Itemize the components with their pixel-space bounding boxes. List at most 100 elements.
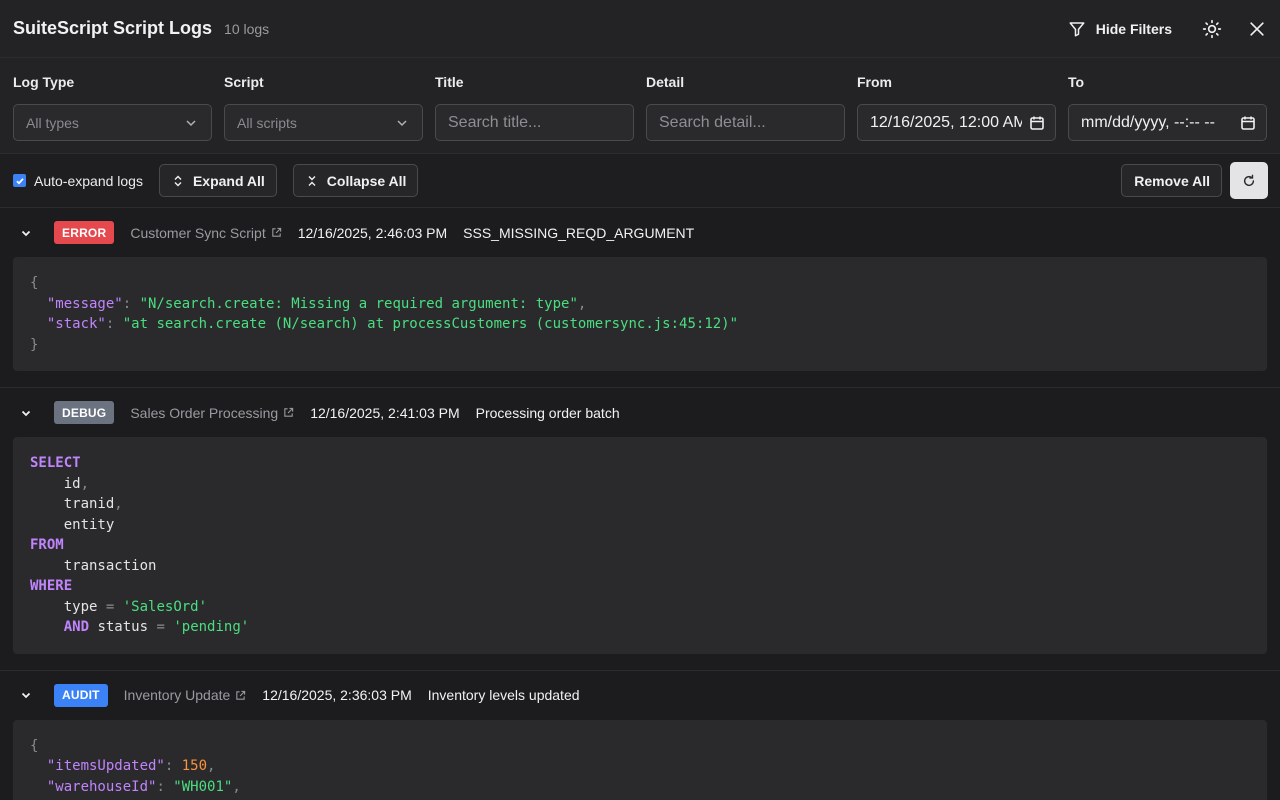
- filters-panel: Log Type All types Script All scripts Ti…: [0, 58, 1280, 154]
- sun-icon: [1202, 19, 1222, 38]
- auto-expand-checkbox[interactable]: Auto-expand logs: [13, 173, 143, 189]
- log-detail-block: { "message": "N/search.create: Missing a…: [13, 257, 1267, 371]
- external-link-icon: [272, 227, 281, 237]
- json-value: 150: [181, 758, 208, 774]
- log-entry-header[interactable]: ERROR Customer Sync Script 12/16/2025, 2…: [0, 208, 1280, 257]
- theme-toggle-button[interactable]: [1202, 19, 1222, 39]
- chevron-down-icon: [397, 120, 407, 127]
- to-date-input[interactable]: mm/dd/yyyy, --:-- --: [1068, 104, 1267, 141]
- sql-column: type: [63, 598, 98, 615]
- chevron-down-icon[interactable]: [20, 227, 32, 239]
- external-link-icon: [284, 407, 294, 417]
- log-timestamp: 12/16/2025, 2:41:03 PM: [310, 404, 460, 421]
- sql-column: id: [63, 475, 81, 492]
- detail-filter: Detail Search detail...: [646, 74, 845, 153]
- log-type-badge: ERROR: [54, 221, 115, 244]
- hide-filters-button[interactable]: Hide Filters: [1068, 20, 1172, 38]
- collapse-icon: [308, 175, 316, 186]
- title-label: Title: [435, 74, 464, 90]
- script-name: Sales Order Processing: [130, 404, 279, 421]
- sql-keyword: WHERE: [30, 578, 73, 594]
- to-filter: To mm/dd/yyyy, --:-- --: [1068, 74, 1267, 153]
- log-entry: ERROR Customer Sync Script 12/16/2025, 2…: [0, 208, 1280, 388]
- remove-all-label: Remove All: [1134, 172, 1210, 189]
- external-link-icon: [236, 690, 246, 700]
- json-key: "message": [46, 295, 123, 312]
- detail-search-input[interactable]: Search detail...: [646, 104, 845, 141]
- log-timestamp: 12/16/2025, 2:36:03 PM: [262, 687, 412, 703]
- sql-keyword: FROM: [30, 537, 64, 553]
- log-type-badge: AUDIT: [54, 683, 108, 707]
- sql-column: status: [97, 619, 149, 635]
- auto-expand-label: Auto-expand logs: [34, 172, 143, 189]
- title-search-input[interactable]: Search title...: [435, 104, 634, 141]
- page-title: SuiteScript Script Logs: [13, 18, 213, 38]
- log-count: 10 logs: [224, 20, 270, 37]
- chevron-down-icon[interactable]: [20, 689, 32, 701]
- refresh-icon: [1243, 174, 1255, 186]
- log-type-select[interactable]: All types: [13, 104, 212, 141]
- sql-column: tranid: [63, 496, 115, 512]
- log-detail-block: { "itemsUpdated": 150, "warehouseId": "W…: [13, 719, 1267, 800]
- sql-string: 'pending': [173, 619, 250, 635]
- log-type-badge: DEBUG: [54, 401, 115, 424]
- log-title: SSS_MISSING_REQD_ARGUMENT: [463, 224, 695, 241]
- expand-all-label: Expand All: [192, 172, 265, 189]
- hide-filters-label: Hide Filters: [1095, 20, 1172, 37]
- script-select[interactable]: All scripts: [224, 104, 423, 141]
- log-entry: DEBUG Sales Order Processing 12/16/2025,…: [0, 388, 1280, 671]
- remove-all-button[interactable]: Remove All: [1121, 164, 1222, 197]
- script-name: Customer Sync Script: [130, 224, 266, 241]
- json-value: "at search.create (N/search) at processC…: [122, 316, 739, 332]
- from-date-value: 12/16/2025, 12:00 AM: [870, 113, 1022, 131]
- json-key: "stack": [46, 316, 106, 332]
- log-title: Processing order batch: [475, 404, 620, 421]
- collapse-all-label: Collapse All: [326, 172, 407, 189]
- log-detail-block: SELECT id, tranid, entity FROM transacti…: [13, 437, 1267, 654]
- json-key: "warehouseId": [46, 778, 157, 795]
- json-key: "itemsUpdated": [46, 758, 165, 774]
- close-icon: [1250, 21, 1264, 36]
- chevron-down-icon[interactable]: [20, 407, 32, 419]
- script-label: Script: [224, 74, 264, 90]
- script-value: All scripts: [237, 114, 297, 131]
- script-link[interactable]: Sales Order Processing: [130, 405, 294, 421]
- log-timestamp: 12/16/2025, 2:46:03 PM: [297, 224, 448, 241]
- detail-label: Detail: [646, 74, 685, 90]
- script-filter: Script All scripts: [224, 74, 423, 153]
- log-entry: AUDIT Inventory Update 12/16/2025, 2:36:…: [0, 671, 1280, 800]
- expand-all-button[interactable]: Expand All: [158, 164, 277, 197]
- log-toolbar: Auto-expand logs Expand All Collapse All…: [0, 154, 1280, 208]
- app-header: SuiteScript Script Logs 10 logs Hide Fil…: [0, 0, 1280, 58]
- collapse-all-button[interactable]: Collapse All: [292, 164, 419, 197]
- sql-column: entity: [63, 516, 115, 533]
- sql-table: transaction: [63, 557, 157, 574]
- script-link[interactable]: Inventory Update: [124, 687, 247, 703]
- log-entry-header[interactable]: DEBUG Sales Order Processing 12/16/2025,…: [0, 388, 1280, 437]
- log-entry-header[interactable]: AUDIT Inventory Update 12/16/2025, 2:36:…: [0, 671, 1280, 720]
- to-label: To: [1068, 74, 1085, 90]
- filter-icon: [1069, 21, 1085, 36]
- log-type-filter: Log Type All types: [13, 74, 212, 153]
- expand-icon: [174, 175, 182, 186]
- calendar-icon[interactable]: [1029, 115, 1045, 131]
- calendar-icon[interactable]: [1240, 115, 1256, 131]
- detail-placeholder: Search detail...: [659, 113, 766, 131]
- sql-string: 'SalesOrd': [122, 598, 208, 615]
- title-filter: Title Search title...: [435, 74, 634, 153]
- title-placeholder: Search title...: [448, 113, 542, 131]
- json-value: "N/search.create: Missing a required arg…: [139, 295, 578, 312]
- from-date-input[interactable]: 12/16/2025, 12:00 AM: [857, 104, 1056, 141]
- checkbox-checked-icon[interactable]: [13, 174, 26, 187]
- chevron-down-icon: [186, 120, 196, 127]
- refresh-button[interactable]: [1230, 162, 1268, 199]
- to-date-value: mm/dd/yyyy, --:-- --: [1081, 113, 1215, 131]
- from-label: From: [857, 74, 892, 90]
- sql-keyword: AND: [63, 619, 90, 635]
- log-type-label: Log Type: [13, 74, 75, 90]
- close-button[interactable]: [1247, 19, 1267, 39]
- json-value: "WH001": [173, 778, 233, 795]
- sql-keyword: SELECT: [30, 455, 81, 471]
- script-link[interactable]: Customer Sync Script: [130, 225, 281, 241]
- script-name: Inventory Update: [123, 687, 231, 703]
